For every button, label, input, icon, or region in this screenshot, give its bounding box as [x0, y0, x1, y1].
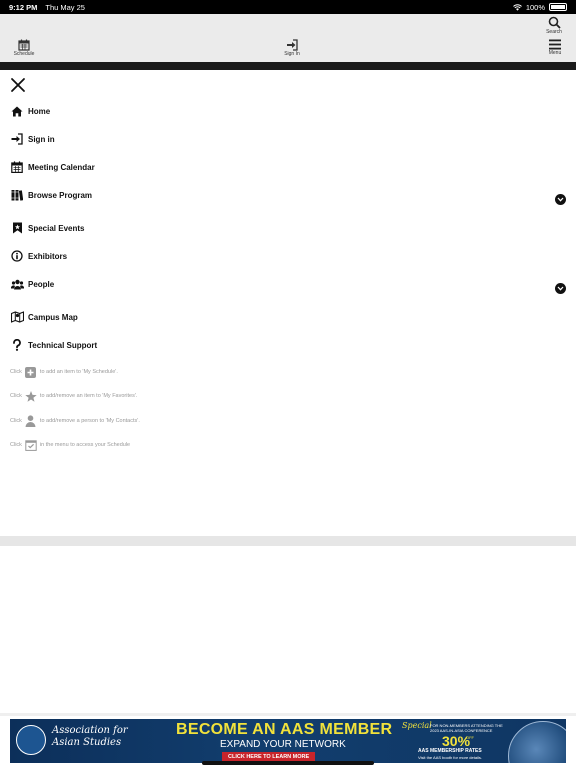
wifi-icon: [512, 3, 522, 11]
banner-org-line2: Asian Studies: [52, 737, 122, 748]
banner-off: OFF: [466, 735, 474, 740]
home-icon: [10, 104, 24, 118]
banner-headline: BECOME AN AAS MEMBER: [176, 721, 393, 738]
menu-item-browse-program[interactable]: Browse Program: [10, 185, 566, 205]
search-icon: [548, 16, 561, 29]
search-label: Search: [546, 29, 562, 35]
help-click-text: Click: [10, 369, 22, 375]
bookmark-icon: [10, 221, 24, 235]
menu-label-exhibitors: Exhibitors: [28, 251, 68, 261]
menu-label-people: People: [28, 279, 55, 289]
help-click-text: Click: [10, 418, 22, 424]
hamburger-icon: [549, 39, 561, 50]
calendar-icon: [18, 39, 30, 51]
menu-item-technical-support[interactable]: Technical Support: [10, 335, 566, 355]
banner-org-line1: Association for: [52, 725, 128, 736]
menu-label-campus-map: Campus Map: [28, 312, 78, 322]
calendar-check-icon: [25, 439, 37, 451]
help-contacts-text: to add/remove a person to 'My Contacts'.: [39, 418, 140, 424]
menu-label-sign-in: Sign in: [28, 134, 55, 144]
menu-item-campus-map[interactable]: Campus Map: [10, 307, 566, 327]
books-icon: [10, 188, 24, 202]
banner-details: Visit the AAS booth for more details.: [418, 755, 482, 760]
schedule-label: Schedule: [13, 51, 35, 57]
question-icon: [10, 338, 24, 352]
menu-button[interactable]: Menu: [542, 39, 568, 56]
help-click-text: Click: [10, 393, 22, 399]
people-icon: [10, 277, 24, 291]
menu-item-people[interactable]: People: [10, 274, 566, 294]
menu-label-meeting-calendar: Meeting Calendar: [28, 162, 95, 172]
person-icon: [25, 415, 37, 427]
status-time: 9:12 PM: [9, 2, 38, 12]
sign-in-icon: [10, 132, 24, 146]
banner-special: Special: [402, 721, 432, 730]
close-icon[interactable]: [10, 77, 26, 93]
sign-in-button[interactable]: Sign In: [280, 39, 304, 57]
help-favorites-text: to add/remove an item to 'My Favorites'.: [39, 393, 138, 399]
chevron-down-icon: [557, 197, 564, 202]
top-navigation-bar: Schedule Sign In Search Menu: [0, 14, 576, 62]
menu-item-meeting-calendar[interactable]: Meeting Calendar: [10, 157, 566, 177]
membership-banner[interactable]: Association for Asian Studies BECOME AN …: [10, 719, 566, 763]
sign-in-icon: [287, 39, 298, 51]
header-divider: [0, 62, 576, 70]
chevron-down-icon: [557, 286, 564, 291]
banner-subheadline: EXPAND YOUR NETWORK: [220, 739, 346, 750]
menu-label-browse-program: Browse Program: [28, 190, 93, 200]
menu-item-sign-in[interactable]: Sign in: [10, 129, 566, 149]
status-date: Thu May 25: [45, 2, 85, 12]
status-bar: 9:12 PM Thu May 25 100%: [0, 0, 576, 14]
footer-divider: [0, 713, 576, 716]
help-favorites: Click to add/remove an item to 'My Favor…: [10, 389, 137, 403]
menu-item-special-events[interactable]: Special Events: [10, 218, 566, 238]
help-click-text: Click: [10, 442, 22, 448]
map-icon: [10, 310, 24, 324]
search-button[interactable]: Search: [540, 16, 568, 35]
menu-label: Menu: [548, 50, 562, 56]
menu-label-special-events: Special Events: [28, 223, 85, 233]
help-contacts: Click to add/remove a person to 'My Cont…: [10, 414, 140, 428]
battery-percent: 100%: [525, 2, 545, 12]
help-access-schedule: Click in the menu to access your Schedul…: [10, 438, 130, 452]
schedule-button[interactable]: Schedule: [10, 39, 38, 57]
banner-org-name: Association for Asian Studies: [52, 725, 128, 749]
info-icon: [10, 249, 24, 263]
banner-rates: AAS MEMBERSHIP RATES: [418, 748, 482, 754]
star-icon: [25, 390, 37, 402]
menu-bottom-divider: [0, 536, 576, 546]
sign-in-label: Sign In: [284, 51, 300, 57]
expand-people-button[interactable]: [555, 283, 566, 294]
help-add-schedule-text: to add an item to 'My Schedule'.: [39, 369, 118, 375]
help-access-schedule-text: in the menu to access your Schedule: [39, 442, 131, 448]
aas-logo-icon: [16, 725, 46, 755]
expand-browse-program-button[interactable]: [555, 194, 566, 205]
calendar-icon: [10, 160, 24, 174]
help-add-schedule: Click to add an item to 'My Schedule'.: [10, 365, 118, 379]
home-indicator: [202, 761, 374, 765]
battery-icon: [549, 3, 567, 11]
banner-offer-text: FOR NON-MEMBERS ATTENDING THE 2023 AAS-I…: [430, 723, 520, 733]
menu-label-home: Home: [28, 106, 51, 116]
menu-label-technical-support: Technical Support: [28, 340, 98, 350]
menu-item-home[interactable]: Home: [10, 101, 566, 121]
menu-item-exhibitors[interactable]: Exhibitors: [10, 246, 566, 266]
plus-square-icon: [25, 366, 37, 378]
